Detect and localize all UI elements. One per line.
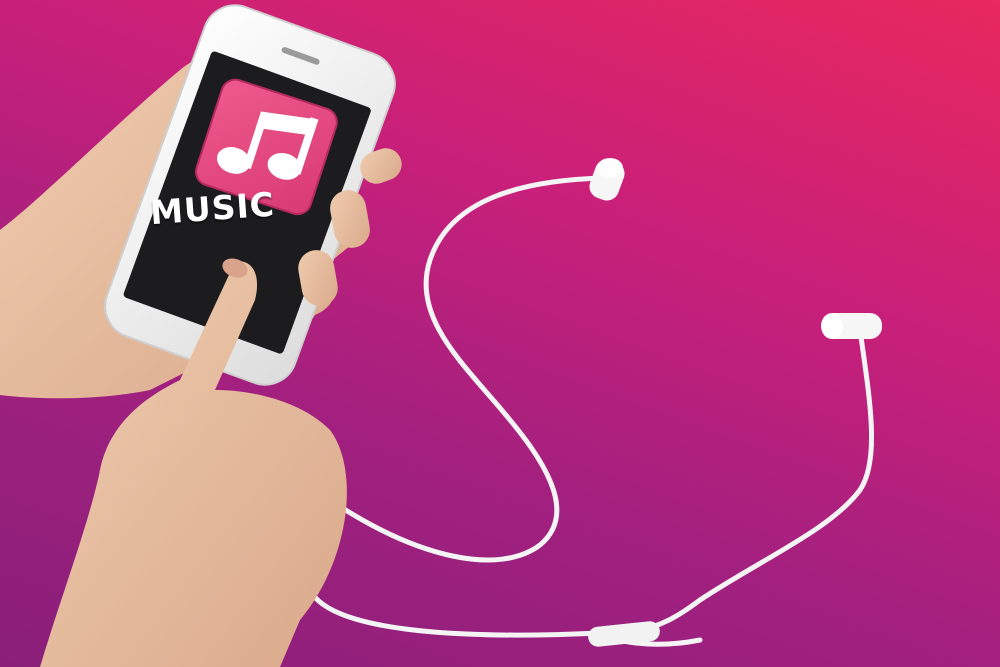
earphones [297,175,874,647]
photo-scene: MUSIC [0,0,1000,667]
earbud-right [821,313,882,339]
earphone-cable-right [627,327,874,635]
earbud-left [589,158,625,201]
photo-svg [0,4,882,667]
